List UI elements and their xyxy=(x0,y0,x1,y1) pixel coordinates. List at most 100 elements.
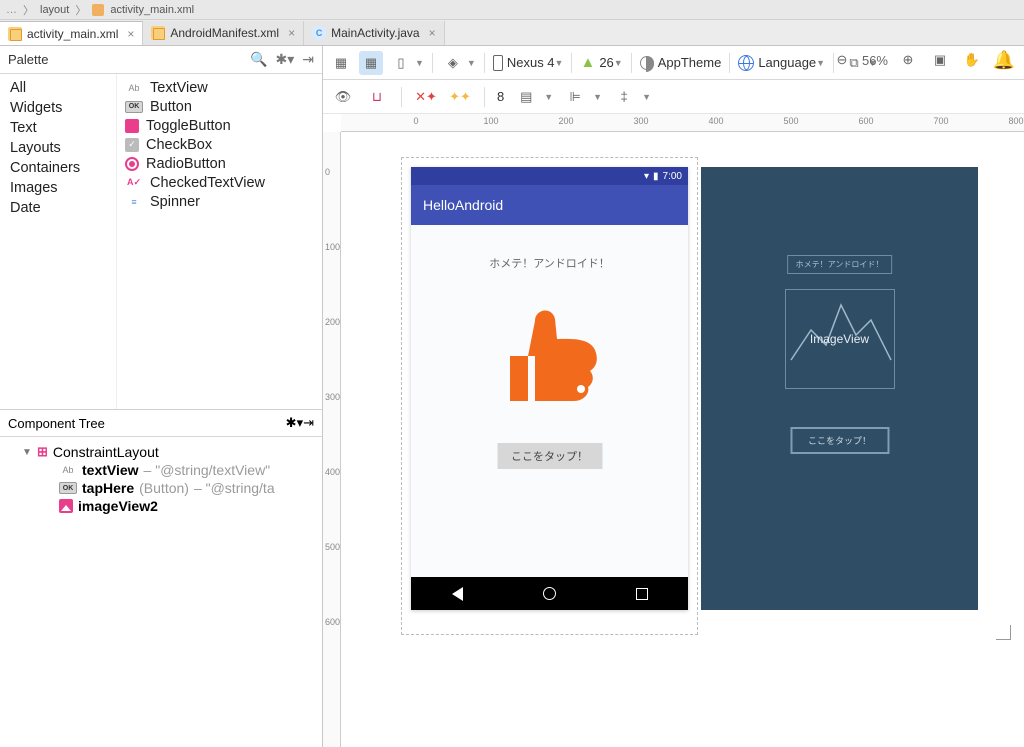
orientation-icon[interactable]: ▯ xyxy=(389,51,413,75)
theme-icon xyxy=(640,56,654,70)
spinner-icon: ≡ xyxy=(125,195,143,209)
tree-node-textview[interactable]: Ab textView – "@string/textView" xyxy=(4,461,318,479)
magnet-icon[interactable]: ⊔ xyxy=(365,85,389,109)
palette-category[interactable]: Text xyxy=(0,118,116,138)
left-panel: Palette 🔍 ✱▾ ⇥ All Widgets Text Layouts … xyxy=(0,46,323,747)
close-icon[interactable]: × xyxy=(288,26,295,40)
infer-constraints-icon[interactable]: ✦✦ xyxy=(448,85,472,109)
editor-tabs: activity_main.xml × AndroidManifest.xml … xyxy=(0,20,1024,46)
pan-icon[interactable]: ✋ xyxy=(960,48,984,72)
action-bar: HelloAndroid xyxy=(411,185,688,225)
eye-icon[interactable]: 👁 xyxy=(331,85,355,109)
blueprint-textview[interactable]: ホメテ！アンドロイド！ xyxy=(787,255,893,274)
ruler-vertical: 0 100 200 300 400 500 600 xyxy=(323,132,341,747)
blueprint-mode-icon[interactable]: ▦ xyxy=(359,51,383,75)
palette-category[interactable]: Layouts xyxy=(0,138,116,158)
palette-item-checkedtextview[interactable]: A✓CheckedTextView xyxy=(117,173,322,192)
component-tree-title: Component Tree xyxy=(8,416,105,431)
breadcrumb-seg[interactable]: activity_main.xml xyxy=(110,4,194,16)
hide-icon[interactable]: ⇥ xyxy=(302,51,314,68)
hide-icon[interactable]: ⇥ xyxy=(303,415,314,431)
device-selector[interactable]: Nexus 4▼ xyxy=(493,55,564,71)
clear-constraints-icon[interactable]: ✕✦ xyxy=(414,85,438,109)
toggle-icon xyxy=(125,119,139,133)
pack-icon[interactable]: ▤ xyxy=(514,85,538,109)
close-icon[interactable]: × xyxy=(127,27,134,41)
xml-file-icon xyxy=(92,4,104,16)
tab-android-manifest[interactable]: AndroidManifest.xml × xyxy=(143,21,304,45)
api-selector[interactable]: ▲26▼ xyxy=(580,54,622,71)
nav-back-icon xyxy=(449,586,465,602)
svg-text:ホメテ: ホメテ xyxy=(540,362,582,378)
palette-categories: All Widgets Text Layouts Containers Imag… xyxy=(0,74,117,409)
textview-icon: Ab xyxy=(125,81,143,95)
palette-item-button[interactable]: OKButton xyxy=(117,97,322,116)
gear-icon[interactable]: ✱▾ xyxy=(286,415,303,431)
radio-icon xyxy=(125,157,139,171)
tree-node-constraintlayout[interactable]: ▼ ⊞ ConstraintLayout xyxy=(4,443,318,461)
tree-node-imageview2[interactable]: imageView2 xyxy=(4,497,318,515)
component-tree-header: Component Tree ✱▾ ⇥ xyxy=(0,409,322,437)
zoom-label[interactable]: 56% xyxy=(862,53,888,68)
blueprint-button[interactable]: ここをタップ！ xyxy=(790,427,889,454)
palette-header: Palette 🔍 ✱▾ ⇥ xyxy=(0,46,322,74)
android-icon: ▲ xyxy=(580,54,595,71)
layout-variant-icon[interactable]: ◈ xyxy=(441,51,465,75)
close-icon[interactable]: × xyxy=(429,26,436,40)
palette-category[interactable]: Date xyxy=(0,198,116,218)
breadcrumb-seg[interactable]: layout xyxy=(40,4,69,16)
theme-selector[interactable]: AppTheme xyxy=(640,55,722,70)
resize-handle-icon[interactable] xyxy=(991,620,1011,640)
palette-items: AbTextView OKButton ToggleButton ✓CheckB… xyxy=(117,74,322,409)
svg-text:HOME TEchnology: HOME TEchnology xyxy=(536,381,579,387)
default-margins[interactable]: 8 xyxy=(497,89,504,104)
phone-icon xyxy=(493,55,503,71)
ruler-horizontal: 0 100 200 300 400 500 600 700 800 xyxy=(341,114,1024,132)
preview-textview[interactable]: ホメテ！アンドロイド！ xyxy=(411,255,688,271)
checkbox-icon: ✓ xyxy=(125,138,139,152)
nav-recent-icon xyxy=(634,586,650,602)
gear-icon[interactable]: ✱▾ xyxy=(276,51,295,68)
preview-button[interactable]: ここをタップ！ xyxy=(497,443,602,469)
thumbsup-icon: ホメテ HOME TEchnology xyxy=(480,301,620,421)
imageview-icon xyxy=(59,499,73,513)
xml-file-icon xyxy=(8,27,22,41)
zoom-in-icon[interactable]: ⊕ xyxy=(896,48,920,72)
button-icon: OK xyxy=(59,482,77,494)
zoom-out-icon[interactable]: ⊖ xyxy=(830,48,854,72)
tab-main-activity[interactable]: C MainActivity.java × xyxy=(304,21,445,45)
design-surface: ▦ ▦ ▯▼ ◈▼ Nexus 4▼ ▲26▼ AppTheme Languag… xyxy=(323,46,1024,747)
textview-icon: Ab xyxy=(59,463,77,477)
java-file-icon: C xyxy=(312,26,326,40)
tab-label: MainActivity.java xyxy=(331,26,419,40)
align-icon[interactable]: ⊫ xyxy=(563,85,587,109)
guideline-icon[interactable]: ‡ xyxy=(612,85,636,109)
palette-category[interactable]: Widgets xyxy=(0,98,116,118)
locale-selector[interactable]: Language▼ xyxy=(738,55,825,71)
zoom-fit-icon[interactable]: ▣ xyxy=(928,48,952,72)
search-icon[interactable]: 🔍 xyxy=(250,51,267,68)
blueprint-preview[interactable]: ホメテ！アンドロイド！ ImageView ここをタップ！ xyxy=(701,167,978,610)
app-title: HelloAndroid xyxy=(423,197,503,213)
canvas[interactable]: 0 100 200 300 400 500 600 700 800 0 100 … xyxy=(323,114,1024,747)
palette-category[interactable]: Images xyxy=(0,178,116,198)
blueprint-imageview[interactable]: ImageView xyxy=(785,289,895,389)
palette-item-checkbox[interactable]: ✓CheckBox xyxy=(117,135,322,154)
palette-item-togglebutton[interactable]: ToggleButton xyxy=(117,116,322,135)
tab-label: activity_main.xml xyxy=(27,27,118,41)
tab-activity-main[interactable]: activity_main.xml × xyxy=(0,21,143,45)
palette-item-radiobutton[interactable]: RadioButton xyxy=(117,154,322,173)
design-mode-icon[interactable]: ▦ xyxy=(329,51,353,75)
wifi-icon: ▾ xyxy=(644,171,649,182)
palette-item-textview[interactable]: AbTextView xyxy=(117,78,322,97)
palette-category[interactable]: Containers xyxy=(0,158,116,178)
preview-imageview[interactable]: ホメテ HOME TEchnology xyxy=(480,301,620,421)
disclosure-icon[interactable]: ▼ xyxy=(22,447,32,457)
notifications-icon[interactable]: 🔔 xyxy=(992,48,1016,72)
design-tools-toolbar: 👁 ⊔ ✕✦ ✦✦ 8 ▤▼ ⊫▼ ‡▼ ⊖ 56% ⊕ ▣ ✋ 🔔 xyxy=(323,80,1024,114)
palette-category[interactable]: All xyxy=(0,78,116,98)
battery-icon: ▮ xyxy=(653,171,659,182)
tree-node-taphere[interactable]: OK tapHere (Button) – "@string/ta xyxy=(4,479,318,497)
palette-item-spinner[interactable]: ≡Spinner xyxy=(117,192,322,211)
device-preview[interactable]: ▾ ▮ 7:00 HelloAndroid ホメテ！アンドロイド！ xyxy=(411,167,688,625)
